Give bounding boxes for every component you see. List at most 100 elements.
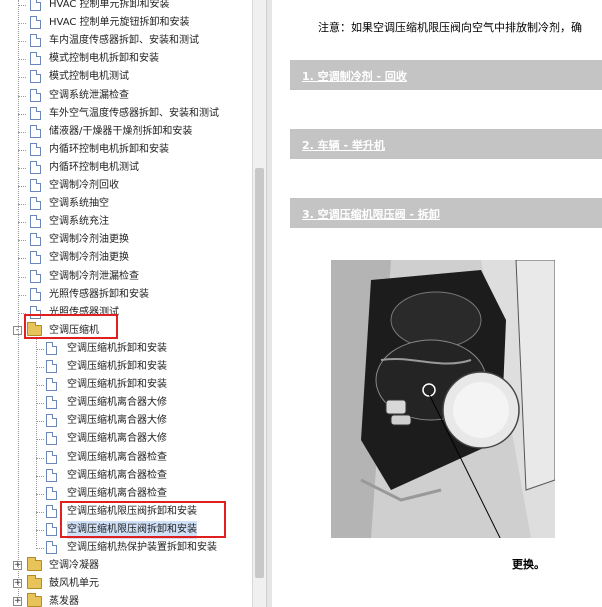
section-relief-valve-removal[interactable]: 3. 空调压缩机限压阀 - 拆卸 <box>290 198 602 228</box>
document-icon <box>30 52 41 66</box>
tree-item[interactable]: 空调制冷剂油更换 <box>0 231 252 249</box>
tree-item-label: 模式控制电机测试 <box>49 71 129 83</box>
tree-item[interactable]: HVAC 控制单元拆卸和安装 <box>0 0 252 14</box>
tree-item-label: 空调压缩机离合器大修 <box>67 433 167 445</box>
document-icon <box>30 88 41 102</box>
figure-caption: 更换。 <box>512 558 545 571</box>
tree-item[interactable]: 空调压缩机离合器大修 <box>0 394 252 412</box>
tree-connector <box>18 276 26 278</box>
tree-item[interactable]: 空调系统泄漏检查 <box>0 87 252 105</box>
navigation-tree: HVAC 控制单元拆卸和安装 HVAC 控制单元旋钮拆卸和安装车内温度传感器拆卸、… <box>0 0 252 607</box>
section-vehicle-lift[interactable]: 2. 车辆 - 举升机 <box>290 129 602 159</box>
document-icon <box>30 179 41 192</box>
tree-connector <box>36 403 44 405</box>
tree-item[interactable]: 车外空气温度传感器拆卸、安装和测试 <box>0 105 252 123</box>
document-icon <box>46 360 57 373</box>
tree-item[interactable]: 光照传感器拆卸和安装 <box>0 286 252 304</box>
tree-item[interactable]: 车内温度传感器拆卸、安装和测试 <box>0 32 252 50</box>
tree-item[interactable]: 空调系统抽空 <box>0 195 252 213</box>
tree-connector <box>36 529 44 531</box>
tree-connector <box>18 59 26 61</box>
tree-item[interactable]: 空调压缩机拆卸和安装 <box>0 376 252 394</box>
tree-connector <box>36 548 44 549</box>
tree-connector <box>18 5 26 6</box>
tree-item-label: 内循环控制电机拆卸和安装 <box>49 143 169 155</box>
tree-guide <box>36 338 37 546</box>
section-link[interactable]: 2. 车辆 - 举升机 <box>302 137 385 153</box>
document-icon <box>46 522 57 536</box>
document-icon <box>30 269 41 283</box>
document-icon <box>46 341 57 355</box>
document-icon <box>46 486 57 500</box>
tree-item[interactable]: 空调系统充注 <box>0 213 252 231</box>
tree-item[interactable]: 内循环控制电机测试 <box>0 159 252 177</box>
tree-guide <box>18 0 19 600</box>
tree-item[interactable]: 模式控制电机拆卸和安装 <box>0 50 252 68</box>
tree-item[interactable]: 空调压缩机离合器大修 <box>0 412 252 430</box>
document-icon <box>30 215 41 229</box>
tree-item[interactable]: 空调压缩机离合器大修 <box>0 430 252 448</box>
tree-item-label: HVAC 控制单元旋钮拆卸和安装 <box>49 17 190 29</box>
document-icon <box>46 396 57 410</box>
tree-connector <box>18 204 26 206</box>
tree-item-label: 空调系统抽空 <box>49 198 109 210</box>
document-icon <box>30 70 41 84</box>
tree-item-label: 空调压缩机拆卸和安装 <box>67 379 167 391</box>
tree-item-label: 光照传感器拆卸和安装 <box>49 288 149 300</box>
tree-connector <box>18 41 26 43</box>
tree-item-label: 空调压缩机离合器检查 <box>67 487 167 499</box>
tree-item[interactable]: 空调压缩机拆卸和安装 <box>0 340 252 358</box>
scrollbar-thumb[interactable] <box>255 168 264 578</box>
section-recover-refrigerant[interactable]: 1. 空调制冷剂 - 回收 <box>290 60 602 90</box>
tree-item-label: 空调制冷剂泄漏检查 <box>49 270 139 282</box>
tree-connector <box>36 457 44 459</box>
tree-connector <box>36 367 44 368</box>
tree-item-label: 空调制冷剂油更换 <box>49 252 129 264</box>
tree-connector <box>18 240 26 242</box>
document-icon <box>46 504 57 518</box>
tree-item[interactable]: 空调压缩机离合器检查 <box>0 485 252 503</box>
tree-item[interactable]: 模式控制电机测试 <box>0 68 252 86</box>
tree-connector <box>18 77 26 79</box>
tree-item-label: HVAC 控制单元拆卸和安装 <box>49 0 170 10</box>
tree-connector <box>36 493 44 495</box>
tree-item-label: 储液器/干燥器干燥剂拆卸和安装 <box>49 125 193 137</box>
tree-item[interactable]: 空调压缩机离合器检查 <box>0 449 252 467</box>
tree-item[interactable]: HVAC 控制单元旋钮拆卸和安装 <box>0 14 252 32</box>
tree-item-label: 空调压缩机离合器大修 <box>67 397 167 409</box>
tree-folder[interactable]: + 蒸发器 <box>0 593 252 607</box>
tree-item-label: 空调冷凝器 <box>49 560 99 572</box>
tree-item[interactable]: 内循环控制电机拆卸和安装 <box>0 141 252 159</box>
document-icon <box>30 142 41 156</box>
tree-item[interactable]: 空调压缩机热保护装置拆卸和安装 <box>0 539 252 557</box>
tree-item-label: 鼓风机单元 <box>49 578 99 590</box>
tree-item[interactable]: 空调压缩机拆卸和安装 <box>0 358 252 376</box>
document-icon <box>30 124 41 138</box>
document-pane: 注意：如果空调压缩机限压阀向空气中排放制冷剂，确 1. 空调制冷剂 - 回收 2… <box>272 0 602 607</box>
tree-connector <box>18 222 26 224</box>
tree-folder[interactable]: + 空调冷凝器 <box>0 557 252 575</box>
folder-icon <box>27 557 42 572</box>
tree-connector <box>36 439 44 441</box>
document-icon <box>46 378 57 392</box>
tree-item-label: 空调压缩机拆卸和安装 <box>67 361 167 372</box>
tree-item[interactable]: 空调制冷剂油更换 <box>0 249 252 267</box>
section-link[interactable]: 1. 空调制冷剂 - 回收 <box>302 68 407 84</box>
tree-item-label: 空调压缩机拆卸和安装 <box>67 342 167 354</box>
tree-item[interactable]: 空调压缩机离合器检查 <box>0 467 252 485</box>
tree-item-label: 空调制冷剂油更换 <box>49 234 129 246</box>
document-icon <box>30 251 41 265</box>
tree-connector <box>18 186 26 187</box>
tree-item[interactable]: 空调制冷剂泄漏检查 <box>0 268 252 286</box>
tree-item[interactable]: 空调制冷剂回收 <box>0 177 252 195</box>
tree-item[interactable]: 储液器/干燥器干燥剂拆卸和安装 <box>0 123 252 141</box>
document-icon <box>46 414 57 428</box>
document-icon <box>30 0 41 11</box>
tree-folder[interactable]: + 鼓风机单元 <box>0 575 252 593</box>
tree-connector <box>36 475 44 477</box>
tree-connector <box>18 113 26 115</box>
tree-item-label: 空调系统泄漏检查 <box>49 89 129 101</box>
section-link[interactable]: 3. 空调压缩机限压阀 - 拆卸 <box>302 206 440 222</box>
tree-connector <box>18 131 26 133</box>
tree-scrollbar[interactable] <box>252 0 267 607</box>
